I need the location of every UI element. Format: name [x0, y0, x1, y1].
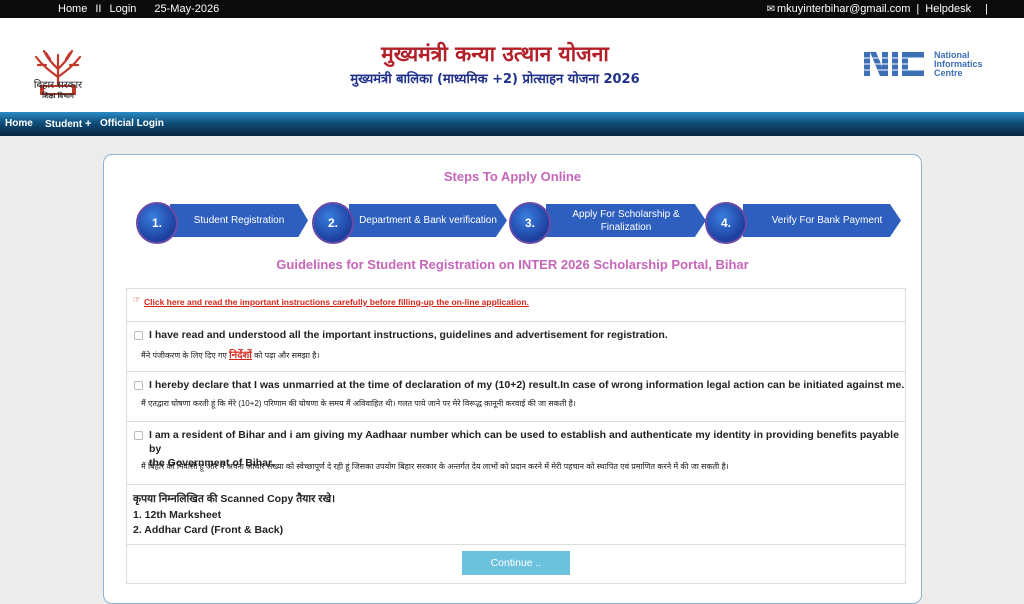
nav-student-label: Student [45, 119, 83, 130]
scanned-item-1: 1. 12th Marksheet [133, 509, 222, 521]
steps-title: Steps To Apply Online [443, 169, 582, 184]
declaration-2-hindi: मैं एतद्वारा घोषणा करती हूं कि मेरे (10+… [141, 399, 576, 408]
nav-student[interactable]: Student + [45, 118, 91, 130]
scanned-item-2: 2. Addhar Card (Front & Back) [133, 524, 284, 536]
guidelines-title: Guidelines for Student Registration on I… [276, 257, 749, 272]
page-title: मुख्यमंत्री कन्या उत्थान योजना [381, 42, 609, 66]
step-3-label: Apply For Scholarship & Finalization [546, 204, 706, 237]
nic-logo-mark [864, 52, 930, 76]
step-4-number: 4. [705, 202, 747, 244]
plus-icon: + [85, 118, 92, 130]
instructions-hindi-link[interactable]: निर्देशों [229, 350, 252, 361]
page-subtitle: मुख्यमंत्री बालिका (माध्यमिक +2) प्रोत्स… [350, 72, 640, 87]
step-2-label: Department & Bank verification [349, 204, 507, 237]
step-4-label: Verify For Bank Payment [743, 204, 901, 237]
main-card: Steps To Apply Online Student Registrati… [103, 154, 922, 604]
declaration-1-text: I have read and understood all the impor… [149, 329, 668, 341]
nic-wordmark: National Informatics Centre [934, 51, 983, 78]
declaration-1-hindi: मैंने पंजीकरण के लिए दिए गए निर्देशों को… [141, 347, 319, 361]
guidelines-box: ☞ Click here and read the important inst… [126, 288, 906, 584]
step-2-number: 2. [312, 202, 354, 244]
declaration-row-3: I am a resident of Bihar and i am giving… [127, 422, 905, 485]
top-separator: | [985, 3, 988, 15]
steps-bar: Student Registration Department & Bank v… [134, 202, 904, 244]
continue-button[interactable]: Continue .. [462, 551, 570, 575]
declaration-row-1: I have read and understood all the impor… [127, 322, 905, 372]
scanned-copy-section: कृपया निम्नलिखित की Scanned Copy तैयार र… [127, 485, 905, 545]
nic-line3: Centre [934, 68, 963, 78]
declaration-3-hindi: मैं बिहार की निवासी हूं और मैं अपना आधार… [141, 462, 729, 471]
declaration-2-checkbox[interactable] [134, 381, 143, 390]
declaration-3-checkbox[interactable] [134, 431, 143, 440]
helpdesk-link[interactable]: Helpdesk [925, 3, 971, 15]
declaration-3-text-line1: I am a resident of Bihar and i am giving… [149, 429, 899, 455]
nic-logo: National Informatics Centre [864, 51, 1004, 82]
declaration-1-hindi-b: को पढ़ा और समझा है। [254, 351, 320, 360]
step-3-number: 3. [509, 202, 551, 244]
pointing-hand-icon: ☞ [132, 295, 141, 306]
declaration-row-2: I hereby declare that I was unmarried at… [127, 372, 905, 422]
helpdesk-email[interactable]: mkuyinterbihar@gmail.com [777, 3, 910, 15]
declaration-2-text: I hereby declare that I was unmarried at… [149, 379, 905, 391]
declaration-1-hindi-a: मैंने पंजीकरण के लिए दिए गए [141, 351, 227, 360]
top-separator: | [916, 3, 920, 15]
nav-home[interactable]: Home [5, 118, 33, 129]
top-date: 25-May-2026 [154, 3, 220, 15]
top-login-link[interactable]: Login [109, 3, 136, 15]
step-1-label: Student Registration [170, 204, 308, 237]
scanned-copy-title: कृपया निम्नलिखित की Scanned Copy तैयार र… [133, 493, 336, 505]
step-1-number: 1. [136, 202, 178, 244]
top-separator: II [95, 3, 102, 15]
mail-icon: ✉ [766, 3, 775, 15]
logo-caption-line2: शिक्षा विभाग [42, 93, 74, 100]
instructions-link[interactable]: Click here and read the important instru… [144, 297, 529, 307]
instructions-row: ☞ Click here and read the important inst… [127, 289, 905, 322]
top-bar: Home II Login 25-May-2026 ✉ mkuyinterbih… [0, 0, 1024, 18]
main-nav: Home Student + Official Login [0, 112, 1024, 136]
nav-official-login[interactable]: Official Login [100, 118, 164, 129]
top-home-link[interactable]: Home [58, 3, 87, 15]
declaration-1-checkbox[interactable] [134, 331, 143, 340]
site-header: बिहार सरकार शिक्षा विभाग मुख्यमंत्री कन्… [0, 18, 1024, 112]
